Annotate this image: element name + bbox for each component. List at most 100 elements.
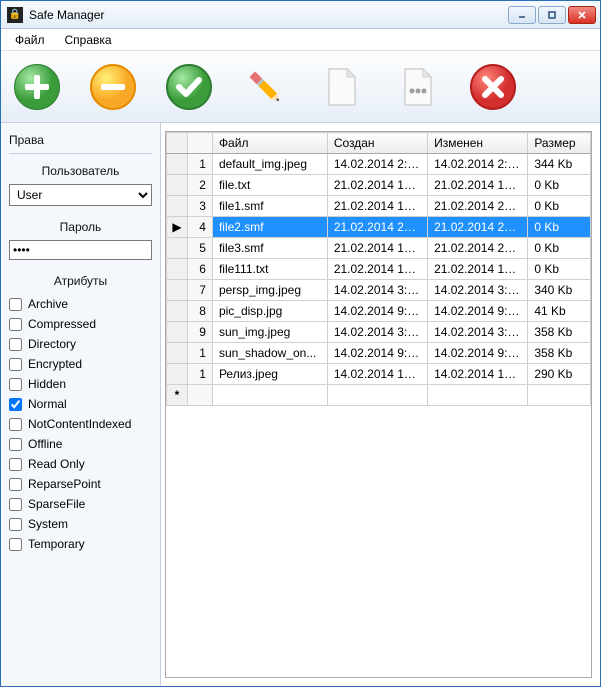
cell-size[interactable]: 0 Kb [528,259,591,280]
cell-created[interactable]: 14.02.2014 9:30:... [327,301,427,322]
attr-checkbox[interactable] [9,538,22,551]
cell-file[interactable]: file.txt [212,175,327,196]
cell-file[interactable]: sun_shadow_on... [212,343,327,364]
cell-created[interactable]: 14.02.2014 3:21:... [327,322,427,343]
cell-size[interactable]: 290 Kb [528,364,591,385]
add-button[interactable] [13,63,61,111]
minimize-button[interactable] [508,6,536,24]
attr-row[interactable]: NotContentIndexed [9,414,152,434]
password-input[interactable] [9,240,152,260]
attr-row[interactable]: Normal [9,394,152,414]
table-row[interactable]: 6file111.txt21.02.2014 17:2...21.02.2014… [167,259,591,280]
attr-checkbox[interactable] [9,378,22,391]
apply-button[interactable] [165,63,213,111]
cell-created[interactable]: 14.02.2014 2:54:... [327,154,427,175]
cell-modified[interactable]: 21.02.2014 17:2... [428,259,528,280]
cell-size[interactable]: 41 Kb [528,301,591,322]
attr-checkbox[interactable] [9,418,22,431]
cell-modified[interactable]: 21.02.2014 22:5... [428,217,528,238]
col-file[interactable]: Файл [212,133,327,154]
attr-row[interactable]: Offline [9,434,152,454]
attr-checkbox[interactable] [9,318,22,331]
menu-file[interactable]: Файл [5,31,55,49]
col-created[interactable]: Создан [327,133,427,154]
table-row[interactable]: 1Релиз.jpeg14.02.2014 12:5...14.02.2014 … [167,364,591,385]
cell-empty[interactable] [327,385,427,406]
remove-button[interactable] [89,63,137,111]
delete-button[interactable] [469,63,517,111]
edit-button[interactable] [241,63,289,111]
cell-size[interactable]: 0 Kb [528,217,591,238]
attr-row[interactable]: SparseFile [9,494,152,514]
cell-modified[interactable]: 14.02.2014 3:10:... [428,280,528,301]
new-doc-button[interactable] [317,63,365,111]
cell-created[interactable]: 21.02.2014 17:2... [327,175,427,196]
attr-checkbox[interactable] [9,458,22,471]
attr-checkbox[interactable] [9,338,22,351]
attr-checkbox[interactable] [9,498,22,511]
attr-row[interactable]: Read Only [9,454,152,474]
cell-size[interactable]: 358 Kb [528,343,591,364]
attr-row[interactable]: Directory [9,334,152,354]
attr-checkbox[interactable] [9,298,22,311]
cell-size[interactable]: 340 Kb [528,280,591,301]
maximize-button[interactable] [538,6,566,24]
cell-size[interactable]: 0 Kb [528,238,591,259]
cell-file[interactable]: default_img.jpeg [212,154,327,175]
attr-checkbox[interactable] [9,518,22,531]
cell-file[interactable]: Релиз.jpeg [212,364,327,385]
cell-empty[interactable] [212,385,327,406]
cell-modified[interactable]: 21.02.2014 21:4... [428,196,528,217]
attr-checkbox[interactable] [9,478,22,491]
table-row[interactable]: 8pic_disp.jpg14.02.2014 9:30:...14.02.20… [167,301,591,322]
table-row[interactable]: 7persp_img.jpeg14.02.2014 3:10:...14.02.… [167,280,591,301]
attr-row[interactable]: Temporary [9,534,152,554]
col-rownum[interactable] [187,133,212,154]
cell-created[interactable]: 21.02.2014 22:5... [327,217,427,238]
cell-size[interactable]: 0 Kb [528,196,591,217]
col-size[interactable]: Размер [528,133,591,154]
attr-row[interactable]: ReparsePoint [9,474,152,494]
cell-file[interactable]: pic_disp.jpg [212,301,327,322]
table-row[interactable]: 2file.txt21.02.2014 17:2...21.02.2014 17… [167,175,591,196]
cell-empty[interactable] [428,385,528,406]
cell-file[interactable]: sun_img.jpeg [212,322,327,343]
cell-file[interactable]: file3.smf [212,238,327,259]
cell-modified[interactable]: 21.02.2014 23:0... [428,238,528,259]
table-row[interactable]: 3file1.smf21.02.2014 17:2...21.02.2014 2… [167,196,591,217]
user-select[interactable]: User [9,184,152,206]
table-row[interactable]: 1default_img.jpeg14.02.2014 2:54:...14.0… [167,154,591,175]
cell-created[interactable]: 14.02.2014 12:5... [327,364,427,385]
attr-row[interactable]: System [9,514,152,534]
col-indicator[interactable] [167,133,188,154]
table-row[interactable]: ▶4file2.smf21.02.2014 22:5...21.02.2014 … [167,217,591,238]
table-row[interactable]: 9sun_img.jpeg14.02.2014 3:21:...14.02.20… [167,322,591,343]
cell-file[interactable]: file1.smf [212,196,327,217]
cell-modified[interactable]: 21.02.2014 17:2... [428,175,528,196]
cell-created[interactable]: 14.02.2014 3:10:... [327,280,427,301]
cell-file[interactable]: file111.txt [212,259,327,280]
menu-help[interactable]: Справка [55,31,122,49]
attr-row[interactable]: Archive [9,294,152,314]
cell-created[interactable]: 21.02.2014 17:5... [327,238,427,259]
attr-checkbox[interactable] [9,438,22,451]
new-row[interactable]: * [167,385,591,406]
cell-size[interactable]: 344 Kb [528,154,591,175]
cell-created[interactable]: 21.02.2014 17:2... [327,259,427,280]
attr-row[interactable]: Compressed [9,314,152,334]
col-modified[interactable]: Изменен [428,133,528,154]
cell-empty[interactable] [528,385,591,406]
table-row[interactable]: 5file3.smf21.02.2014 17:5...21.02.2014 2… [167,238,591,259]
table-row[interactable]: 1sun_shadow_on...14.02.2014 9:43:...14.0… [167,343,591,364]
cell-created[interactable]: 14.02.2014 9:43:... [327,343,427,364]
cell-modified[interactable]: 14.02.2014 3:21:... [428,322,528,343]
properties-button[interactable] [393,63,441,111]
attr-checkbox[interactable] [9,358,22,371]
cell-modified[interactable]: 14.02.2014 12:5... [428,364,528,385]
cell-size[interactable]: 0 Kb [528,175,591,196]
cell-modified[interactable]: 14.02.2014 9:43:... [428,343,528,364]
file-grid[interactable]: Файл Создан Изменен Размер 1default_img.… [165,131,592,678]
cell-file[interactable]: persp_img.jpeg [212,280,327,301]
cell-size[interactable]: 358 Kb [528,322,591,343]
attr-checkbox[interactable] [9,398,22,411]
